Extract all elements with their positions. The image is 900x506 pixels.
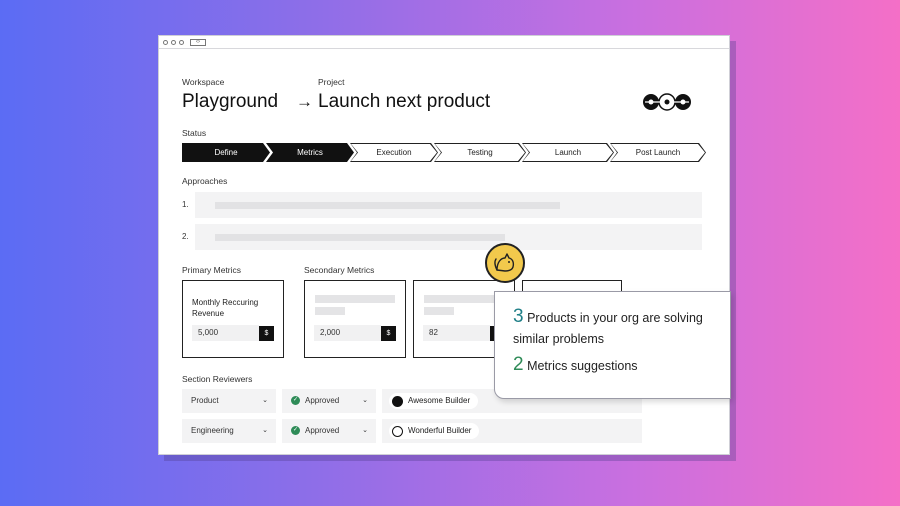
- approaches-label: Approaches: [182, 176, 228, 186]
- placeholder-bar: [424, 307, 454, 315]
- step-post-launch[interactable]: Post Launch: [610, 143, 706, 162]
- step-execution[interactable]: Execution: [350, 143, 438, 162]
- section-select[interactable]: Engineering ⌄: [182, 419, 276, 443]
- step-label: Execution: [376, 148, 412, 157]
- placeholder-bar: [215, 202, 560, 209]
- primary-metrics-label: Primary Metrics: [182, 265, 242, 275]
- metrics-suggestion[interactable]: 2 Metrics suggestions: [513, 354, 638, 376]
- avatar: [392, 395, 403, 407]
- approach-item[interactable]: 2.: [182, 224, 702, 250]
- window-dot-icon[interactable]: [163, 39, 168, 45]
- reviewer-chip[interactable]: Awesome Builder: [389, 393, 479, 409]
- step-metrics[interactable]: Metrics: [266, 143, 354, 162]
- chevron-down-icon: ⌄: [362, 427, 368, 434]
- reviewer-cell: Wonderful Builder: [382, 419, 642, 443]
- step-label: Launch: [554, 148, 582, 157]
- primary-metric-card[interactable]: Monthly Reccuring Revenue 5,000 $: [182, 280, 284, 358]
- section-reviewers-label: Section Reviewers: [182, 374, 253, 384]
- metrics-suggestion-count: 2: [513, 354, 524, 375]
- section-name: Product: [191, 396, 219, 405]
- chevron-down-icon: ⌄: [262, 397, 268, 404]
- check-circle-icon: ✓: [291, 426, 300, 436]
- suggestion-text: Metrics suggestions: [527, 359, 638, 373]
- approach-number: 2.: [182, 232, 189, 241]
- project-name[interactable]: Launch next product: [318, 91, 490, 113]
- reviewer-row: Engineering ⌄ ✓ Approved ⌄ Wonderful Buil…: [182, 419, 642, 443]
- suggestions-popup[interactable]: 3 Products in your org are solving simil…: [494, 291, 731, 399]
- approach-item[interactable]: 1.: [182, 192, 702, 218]
- step-label: Define: [214, 148, 238, 157]
- placeholder-bar: [315, 307, 345, 315]
- similar-products-suggestion[interactable]: 3 Products in your org are solving: [513, 306, 703, 328]
- workspace-label: Workspace: [182, 77, 225, 87]
- check-circle-icon: ✓: [291, 396, 300, 406]
- connected-circles-logo-icon: [643, 93, 691, 111]
- approach-field[interactable]: [195, 224, 702, 250]
- section-name: Engineering: [191, 426, 234, 435]
- avatar: [392, 425, 403, 437]
- step-label: Post Launch: [635, 148, 681, 157]
- suggestion-text: Products in your org are solving: [527, 311, 703, 325]
- step-label: Testing: [467, 148, 493, 157]
- placeholder-bar: [315, 295, 395, 303]
- back-forward-icon[interactable]: ‹›: [190, 38, 206, 46]
- status-select[interactable]: ✓ Approved ⌄: [282, 389, 376, 413]
- workspace-name[interactable]: Playground: [182, 91, 278, 113]
- window-dot-icon[interactable]: [171, 39, 176, 45]
- step-launch[interactable]: Launch: [522, 143, 614, 162]
- cat-mascot-graphic: [494, 253, 515, 272]
- placeholder-bar: [215, 234, 505, 241]
- chevron-down-icon: ⌄: [262, 427, 268, 434]
- window-titlebar: ‹›: [159, 36, 729, 49]
- approach-number: 1.: [182, 200, 189, 209]
- reviewer-name: Wonderful Builder: [408, 426, 472, 435]
- metric-title: Monthly Reccuring Revenue: [192, 298, 259, 318]
- section-select[interactable]: Product ⌄: [182, 389, 276, 413]
- step-label: Metrics: [297, 148, 323, 157]
- secondary-metrics-label: Secondary Metrics: [304, 265, 375, 275]
- similar-products-count: 3: [513, 306, 524, 327]
- window-dot-icon[interactable]: [179, 39, 184, 45]
- step-testing[interactable]: Testing: [434, 143, 526, 162]
- approval-status: Approved: [305, 396, 340, 405]
- metric-value-input[interactable]: 82: [423, 325, 490, 341]
- breadcrumb-arrow-icon: →: [296, 92, 313, 111]
- chevron-down-icon: ⌄: [362, 397, 368, 404]
- currency-button[interactable]: $: [381, 326, 396, 341]
- approval-status: Approved: [305, 426, 340, 435]
- suggestion-text-continued: similar problems: [513, 332, 604, 346]
- metric-value-input[interactable]: 5,000: [192, 325, 259, 341]
- metric-value-input[interactable]: 2,000: [314, 325, 381, 341]
- status-stepper: Define Metrics Execution Testing Launch …: [182, 143, 702, 162]
- approach-field[interactable]: [195, 192, 702, 218]
- status-select[interactable]: ✓ Approved ⌄: [282, 419, 376, 443]
- secondary-metric-card[interactable]: 2,000 $: [304, 280, 406, 358]
- project-label: Project: [318, 77, 345, 87]
- reviewer-chip[interactable]: Wonderful Builder: [389, 423, 480, 439]
- placeholder-bar: [424, 295, 504, 303]
- cat-mascot-icon[interactable]: [485, 243, 525, 283]
- status-label: Status: [182, 128, 207, 138]
- reviewer-name: Awesome Builder: [408, 396, 471, 405]
- step-define[interactable]: Define: [182, 143, 270, 162]
- currency-button[interactable]: $: [259, 326, 274, 341]
